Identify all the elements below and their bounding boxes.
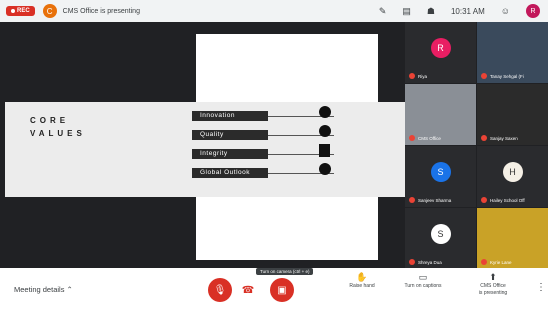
- participant-name: Shreya Dua: [418, 259, 442, 265]
- chevron-up-icon: ⌃: [66, 285, 73, 294]
- value-row-innovation: Innovation: [192, 111, 334, 121]
- participant-tile[interactable]: S Sanjeev Sharma: [405, 146, 476, 207]
- mic-off-icon: [409, 135, 415, 141]
- participant-grid: R Riya Tanay Sehgal (Fi CMS Office Sanja…: [405, 22, 548, 269]
- mic-off-icon: 🎙: [213, 284, 227, 296]
- edit-icon[interactable]: ✎: [379, 6, 387, 17]
- captions-label: Turn on captions: [404, 283, 442, 289]
- participant-avatar: R: [430, 37, 451, 58]
- chat-icon[interactable]: ▤: [402, 6, 411, 17]
- recording-dot-icon: [11, 9, 15, 13]
- camera-tooltip: Turn on camera (ctrl + e): [256, 268, 314, 275]
- raise-hand-button[interactable]: ✋ Raise hand: [337, 272, 387, 290]
- phone-icon: ☎: [241, 284, 255, 296]
- globe-icon: [319, 163, 331, 175]
- value-label: Global Outlook: [192, 168, 268, 178]
- document-icon: [319, 144, 330, 157]
- mic-off-icon: [409, 259, 415, 265]
- presenting-line1: CMS Office: [480, 283, 506, 289]
- slide-title: CORE VALUES: [30, 114, 86, 140]
- mic-off-icon: [409, 197, 415, 203]
- slide-title-line1: CORE: [30, 116, 70, 125]
- camera-off-icon: ▣: [277, 284, 287, 296]
- participant-name: Kyrie Lane: [490, 259, 512, 265]
- medal-icon: [319, 125, 331, 137]
- captions-icon: ▭: [418, 272, 428, 282]
- clock-time: 10:31 AM: [450, 6, 485, 16]
- my-avatar[interactable]: R: [526, 4, 540, 18]
- participant-name: CMS Office: [418, 135, 441, 141]
- slide-title-line2: VALUES: [30, 129, 86, 138]
- top-bar: REC C CMS Office is presenting ✎ ▤ ☗ 10:…: [0, 0, 548, 22]
- participant-name: Tanay Sehgal (Fi: [490, 73, 524, 79]
- more-options-icon[interactable]: ⋮: [536, 282, 546, 293]
- value-label: Quality: [192, 130, 268, 140]
- mic-off-icon: [481, 259, 487, 265]
- presentation-stage: CORE VALUES Innovation Quality Integrity…: [0, 22, 405, 268]
- mic-off-icon: [481, 197, 487, 203]
- raise-hand-label: Raise hand: [349, 283, 375, 289]
- lightbulb-icon: [319, 106, 331, 118]
- mic-off-icon: [481, 73, 487, 79]
- meeting-details-button[interactable]: Meeting details ⌃: [14, 285, 73, 294]
- participant-tile[interactable]: Sanjay Saxen: [477, 84, 548, 145]
- present-icon: ⬆: [489, 272, 497, 282]
- value-row-quality: Quality: [192, 130, 334, 140]
- presenting-line2: is presenting: [478, 290, 508, 296]
- presenter-avatar: C: [42, 4, 57, 18]
- value-row-integrity: Integrity: [192, 149, 334, 159]
- value-label: Innovation: [192, 111, 268, 121]
- user-icon[interactable]: ☺: [501, 6, 510, 16]
- hand-icon: ✋: [356, 272, 368, 282]
- participant-tile[interactable]: Kyrie Lane: [477, 208, 548, 269]
- value-label: Integrity: [192, 149, 268, 159]
- meeting-details-label: Meeting details: [14, 285, 65, 294]
- participant-name: Riya: [418, 73, 428, 79]
- participant-avatar: S: [430, 223, 451, 244]
- participant-name: Sanjay Saxen: [490, 135, 518, 141]
- participant-tile[interactable]: CMS Office: [405, 84, 476, 145]
- mic-toggle-button[interactable]: 🎙: [208, 278, 232, 302]
- participant-avatar: S: [430, 161, 451, 182]
- participant-name: Sanjeev Sharma: [418, 197, 452, 203]
- camera-toggle-button[interactable]: ▣: [270, 278, 294, 302]
- presenting-button[interactable]: ⬆ CMS Office is presenting: [468, 272, 518, 297]
- value-row-global-outlook: Global Outlook: [192, 168, 334, 178]
- participant-tile[interactable]: Tanay Sehgal (Fi: [477, 22, 548, 83]
- recording-badge: REC: [6, 6, 35, 16]
- end-call-button[interactable]: ☎: [240, 282, 256, 298]
- participant-avatar: H: [502, 161, 523, 182]
- participant-name: Hailey School Off: [490, 197, 525, 203]
- participant-tile[interactable]: S Shreya Dua: [405, 208, 476, 269]
- participant-tile[interactable]: R Riya: [405, 22, 476, 83]
- presenter-status-text: CMS Office is presenting: [62, 7, 140, 15]
- people-icon[interactable]: ☗: [427, 6, 435, 17]
- captions-button[interactable]: ▭ Turn on captions: [398, 272, 448, 290]
- participant-tile[interactable]: H Hailey School Off: [477, 146, 548, 207]
- mic-off-icon: [409, 73, 415, 79]
- mic-off-icon: [481, 135, 487, 141]
- recording-label: REC: [17, 8, 30, 14]
